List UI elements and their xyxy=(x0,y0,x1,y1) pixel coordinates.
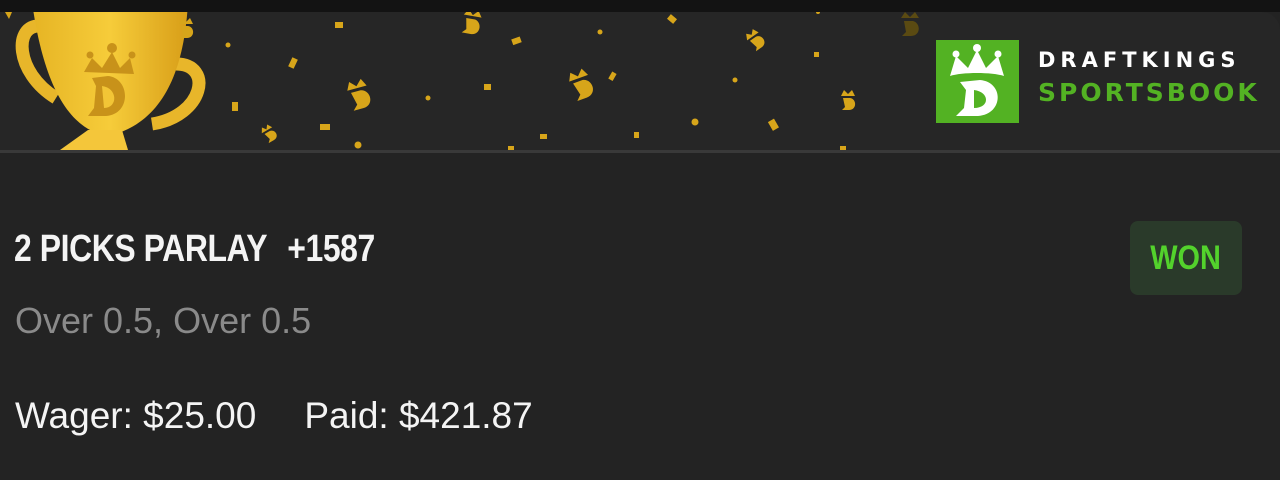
bet-type: 2 PICKS PARLAY xyxy=(14,228,268,270)
confetti-icon xyxy=(5,12,919,150)
brand-name: DRAFTKINGS xyxy=(1038,48,1241,72)
bet-odds: +1587 xyxy=(287,228,375,270)
bet-amounts: Wager: $25.00 Paid: $421.87 xyxy=(15,395,533,437)
divider xyxy=(0,150,1280,153)
wager-amount: Wager: $25.00 xyxy=(15,395,257,436)
bet-card[interactable]: DRAFTKINGS SPORTSBOOK 2 PICKS PARLAY +158… xyxy=(0,0,1280,480)
status-label: WON xyxy=(1150,238,1222,277)
top-bar xyxy=(0,0,1280,12)
bet-selections: Over 0.5, Over 0.5 xyxy=(15,300,312,341)
brand-product: SPORTSBOOK xyxy=(1038,78,1260,107)
status-badge: WON xyxy=(1130,221,1242,295)
draftkings-logo-icon xyxy=(936,40,1019,123)
paid-amount: Paid: $421.87 xyxy=(304,395,533,436)
bet-title: 2 PICKS PARLAY +1587 xyxy=(14,228,375,271)
win-banner: DRAFTKINGS SPORTSBOOK xyxy=(0,12,1280,150)
